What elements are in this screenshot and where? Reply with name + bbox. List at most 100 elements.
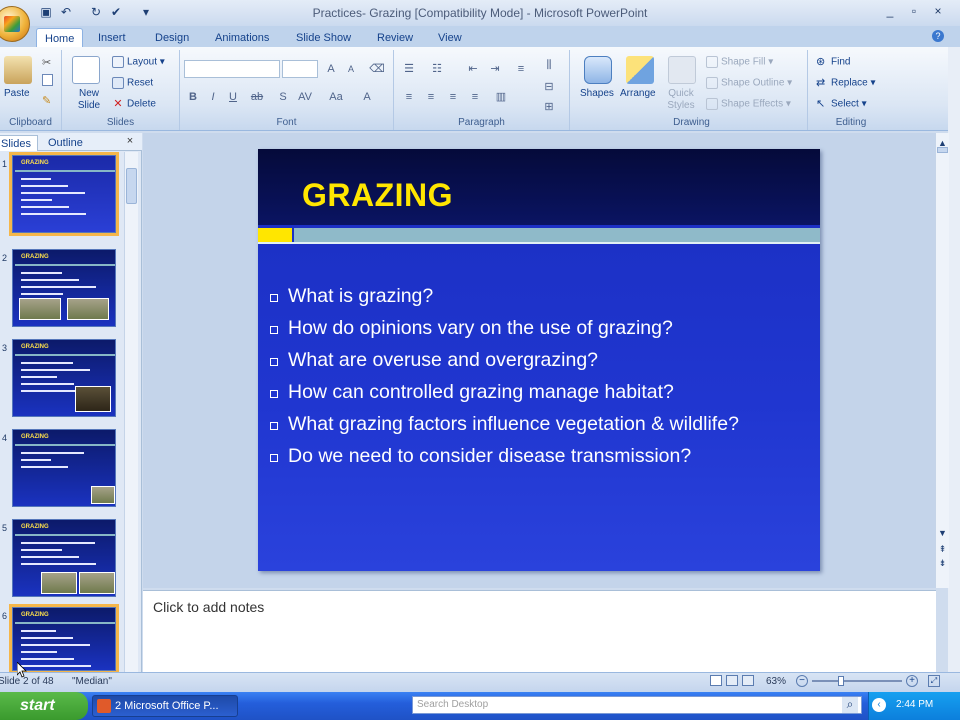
zoom-level[interactable]: 63% <box>766 676 786 687</box>
strikethrough-icon[interactable]: ab <box>248 88 266 104</box>
bullet-item: How can controlled grazing manage habita… <box>270 381 739 413</box>
previous-slide-icon[interactable]: ⇞ <box>936 544 949 556</box>
clear-formatting-icon[interactable]: ⌫ <box>368 60 386 76</box>
slide-show-icon[interactable] <box>742 675 754 686</box>
shapes-button[interactable]: Shapes <box>580 88 614 99</box>
grow-font-icon[interactable]: A <box>322 60 340 76</box>
slide-bullet-list[interactable]: What is grazing? How do opinions vary on… <box>270 285 739 477</box>
justify-icon[interactable]: ≡ <box>466 88 484 104</box>
normal-view-icon[interactable] <box>710 675 722 686</box>
thumbnail-scrollbar[interactable] <box>124 152 138 672</box>
tab-home[interactable]: Home <box>36 28 84 48</box>
shadow-icon[interactable]: S <box>274 88 292 104</box>
character-spacing-icon[interactable]: AV <box>296 88 314 104</box>
decrease-indent-icon[interactable]: ⇤ <box>464 60 482 76</box>
office-logo-icon <box>4 16 20 32</box>
current-slide[interactable]: GRAZING What is grazing? How do opinions… <box>258 149 820 571</box>
font-name-field[interactable] <box>184 60 280 78</box>
reset-button[interactable]: Reset <box>112 77 153 89</box>
next-slide-icon[interactable]: ⇟ <box>936 558 949 570</box>
align-center-icon[interactable]: ≡ <box>422 88 440 104</box>
bullets-icon[interactable]: ☰ <box>400 60 418 76</box>
bold-icon[interactable]: B <box>184 88 202 104</box>
shape-effects-button[interactable]: Shape Effects ▾ <box>706 98 791 110</box>
shrink-font-icon[interactable]: A <box>342 60 360 76</box>
paste-icon[interactable] <box>4 56 32 84</box>
line-spacing-icon[interactable]: ≡ <box>512 60 530 76</box>
smartart-icon[interactable]: ⊞ <box>540 98 558 114</box>
shapes-icon[interactable] <box>584 56 612 84</box>
shape-fill-button[interactable]: Shape Fill ▾ <box>706 56 773 68</box>
notes-placeholder[interactable]: Click to add notes <box>153 599 264 615</box>
tab-design[interactable]: Design <box>147 28 197 48</box>
pane-close-icon[interactable]: × <box>124 135 136 149</box>
slide-title[interactable]: GRAZING <box>302 177 453 214</box>
slide-sorter-icon[interactable] <box>726 675 738 686</box>
format-painter-icon[interactable]: ✎ <box>42 94 51 107</box>
tab-animations[interactable]: Animations <box>207 28 277 48</box>
numbering-icon[interactable]: ☷ <box>428 60 446 76</box>
help-icon[interactable]: ? <box>932 30 944 42</box>
tab-slide-show[interactable]: Slide Show <box>288 28 359 48</box>
new-slide-icon[interactable] <box>72 56 100 84</box>
find-button[interactable]: ⊛ Find <box>816 56 850 68</box>
align-text-icon[interactable]: ⊟ <box>540 78 558 94</box>
search-icon[interactable]: ⌕ <box>842 697 858 713</box>
tab-slides[interactable]: Slides <box>0 135 38 151</box>
paste-button[interactable]: Paste <box>4 88 30 99</box>
minimize-button[interactable]: _ <box>880 4 900 20</box>
arrange-button[interactable]: Arrange <box>620 88 656 99</box>
new-slide-button[interactable]: New Slide <box>74 88 104 112</box>
close-button[interactable]: × <box>928 4 948 20</box>
align-left-icon[interactable]: ≡ <box>400 88 418 104</box>
thumbnail-photo <box>91 486 115 504</box>
slide-thumbnail[interactable]: GRAZING <box>12 339 116 417</box>
restore-button[interactable]: ▫ <box>904 4 924 20</box>
quick-styles-icon[interactable] <box>668 56 696 84</box>
align-right-icon[interactable]: ≡ <box>444 88 462 104</box>
scrollbar-thumb[interactable] <box>126 168 137 204</box>
thumbnail-text-line <box>21 213 86 215</box>
quick-styles-button[interactable]: Quick Styles <box>664 88 698 112</box>
font-size-field[interactable] <box>282 60 318 78</box>
slide-thumbnail[interactable]: GRAZING <box>12 519 116 597</box>
tab-insert[interactable]: Insert <box>90 28 134 48</box>
tab-view[interactable]: View <box>430 28 470 48</box>
increase-indent-icon[interactable]: ⇥ <box>486 60 504 76</box>
tray-expand-icon[interactable]: ‹ <box>872 698 886 712</box>
desktop-search-input[interactable]: Search Desktop <box>412 696 862 714</box>
italic-icon[interactable]: I <box>204 88 222 104</box>
zoom-out-icon[interactable]: − <box>796 675 808 687</box>
delete-button[interactable]: ✕ Delete <box>112 98 156 110</box>
tab-outline[interactable]: Outline <box>42 135 89 151</box>
start-button[interactable]: start <box>0 692 88 720</box>
underline-icon[interactable]: U <box>224 88 242 104</box>
layout-button[interactable]: Layout ▾ <box>112 56 165 68</box>
slide-scrollbar[interactable] <box>935 133 949 588</box>
select-button[interactable]: ↖ Select ▾ <box>816 98 867 110</box>
fit-to-window-icon[interactable]: ⤢ <box>928 675 940 687</box>
scroll-down-icon[interactable]: ▼ <box>936 528 949 540</box>
slide-thumbnail[interactable]: GRAZING <box>9 152 119 236</box>
slide-thumbnail[interactable]: GRAZING <box>12 249 116 327</box>
tab-review[interactable]: Review <box>369 28 421 48</box>
slide-thumbnail[interactable]: GRAZING <box>12 429 116 507</box>
scroll-up-icon[interactable]: ▲ <box>936 138 949 150</box>
thumbnail-text-line <box>21 658 74 660</box>
notes-pane[interactable]: Click to add notes <box>143 590 936 672</box>
zoom-slider-handle[interactable] <box>838 676 844 686</box>
taskbar-powerpoint-item[interactable]: 2 Microsoft Office P... <box>92 695 238 717</box>
font-color-icon[interactable]: A <box>358 88 376 104</box>
columns-icon[interactable]: ▥ <box>492 88 510 104</box>
thumbnail-text-line <box>21 563 96 565</box>
zoom-slider[interactable] <box>812 680 902 682</box>
slide-thumbnail[interactable]: GRAZING <box>9 604 119 674</box>
copy-icon[interactable] <box>42 74 53 86</box>
cut-icon[interactable]: ✂ <box>42 56 51 69</box>
change-case-icon[interactable]: Aa <box>324 88 348 104</box>
arrange-icon[interactable] <box>626 56 654 84</box>
replace-button[interactable]: ⇄ Replace ▾ <box>816 77 876 89</box>
shape-outline-button[interactable]: Shape Outline ▾ <box>706 77 792 89</box>
text-direction-icon[interactable]: ⫼ <box>540 56 558 72</box>
zoom-in-icon[interactable]: + <box>906 675 918 687</box>
